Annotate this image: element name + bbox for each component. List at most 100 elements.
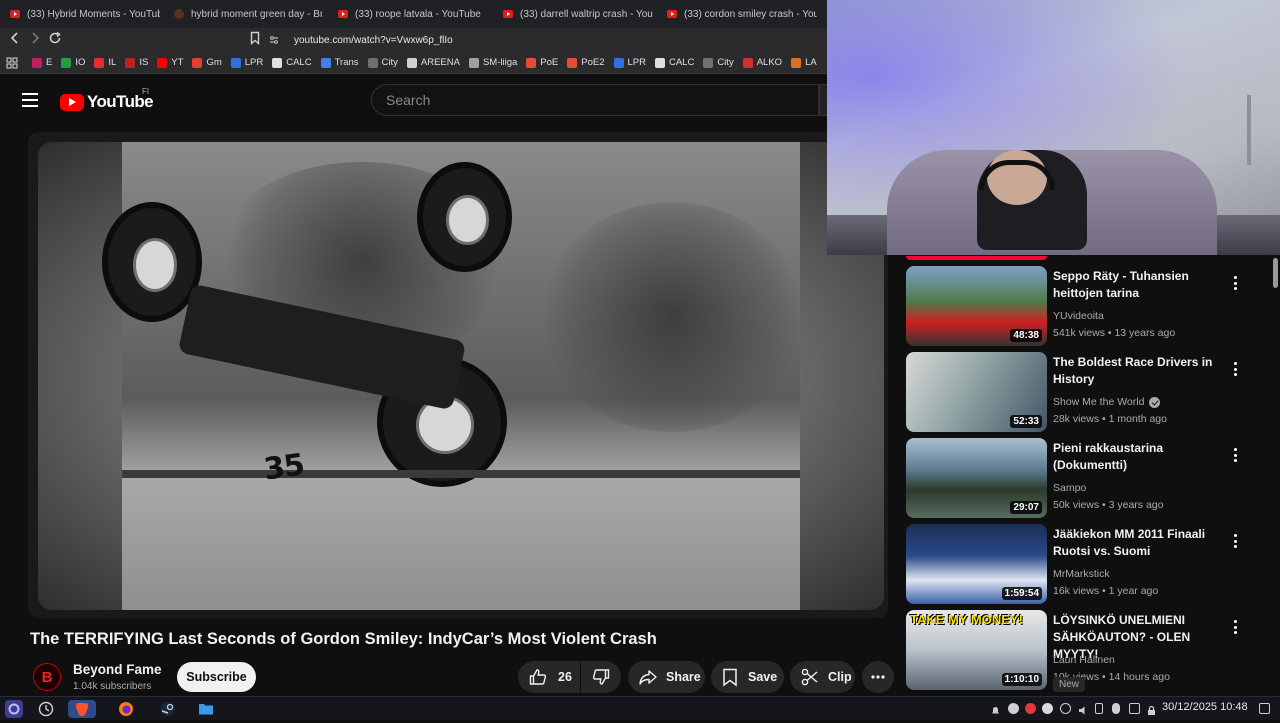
- steam-tray-icon[interactable]: [1008, 703, 1019, 714]
- subscribe-button[interactable]: Subscribe: [177, 662, 256, 692]
- microphone-icon[interactable]: [1112, 703, 1120, 714]
- recommendation-item[interactable]: 1:59:54 Jääkiekon MM 2011 Finaali Ruotsi…: [906, 524, 1266, 604]
- more-horizontal-icon: [871, 675, 885, 679]
- steam-taskbar-button[interactable]: [159, 700, 177, 718]
- save-button[interactable]: Save: [711, 661, 784, 693]
- apps-grid-icon: [6, 57, 18, 68]
- menu-button[interactable]: [22, 93, 38, 107]
- more-options-icon[interactable]: [1230, 276, 1240, 292]
- more-options-icon[interactable]: [1230, 448, 1240, 464]
- more-options-icon[interactable]: [1230, 534, 1240, 550]
- bookmark-item[interactable]: LPR: [613, 57, 646, 68]
- bookmark-item[interactable]: LA: [791, 57, 817, 68]
- video-thumbnail[interactable]: 52:33: [906, 352, 1047, 432]
- recommendation-channel[interactable]: Lauri Halinen: [1053, 654, 1115, 666]
- video-thumbnail[interactable]: 29:07: [906, 438, 1047, 518]
- bookmark-item[interactable]: IO: [61, 57, 85, 68]
- notification-bell-icon[interactable]: [990, 703, 1001, 714]
- bookmark-item[interactable]: PoE2: [567, 57, 605, 68]
- recommendation-item[interactable]: TAKE MY MONEY! 1:10:10 LÖYSINKÖ UNELMIEN…: [906, 610, 1266, 690]
- site-settings-icon[interactable]: [268, 34, 280, 46]
- bookmark-favicon-icon: [230, 57, 241, 68]
- app-tray-icon[interactable]: [1042, 703, 1053, 714]
- recommendation-item[interactable]: 52:33 The Boldest Race Drivers in Histor…: [906, 352, 1266, 432]
- like-button[interactable]: 26: [518, 661, 580, 693]
- display-icon[interactable]: [1129, 703, 1140, 714]
- recommendation-channel[interactable]: Sampo: [1053, 482, 1086, 494]
- bookmark-item[interactable]: CALC: [272, 57, 312, 68]
- lock-icon[interactable]: [1146, 703, 1157, 715]
- recommendation-title[interactable]: Jääkiekon MM 2011 Finaali Ruotsi vs. Suo…: [1053, 526, 1233, 560]
- system-clock[interactable]: 30/12/2025 10:48: [1162, 701, 1248, 713]
- channel-name[interactable]: Beyond Fame: [73, 662, 162, 677]
- bookmark-item[interactable]: IL: [94, 57, 116, 68]
- bookmark-favicon-icon: [742, 57, 753, 68]
- record-tray-icon[interactable]: [1025, 703, 1036, 714]
- video-thumbnail[interactable]: 1:59:54: [906, 524, 1047, 604]
- media-play-icon[interactable]: [1060, 703, 1071, 714]
- youtube-play-icon: [60, 93, 84, 111]
- brave-taskbar-button[interactable]: [68, 700, 96, 718]
- apps-button[interactable]: [6, 57, 18, 69]
- clipboard-icon[interactable]: [1095, 703, 1103, 714]
- recommendation-title[interactable]: The Boldest Race Drivers in History: [1053, 354, 1233, 388]
- dislike-button[interactable]: [581, 661, 621, 693]
- bookmark-item[interactable]: City: [703, 57, 734, 68]
- bookmark-item[interactable]: City: [367, 57, 398, 68]
- start-menu-button[interactable]: [5, 700, 23, 718]
- recommendation-title[interactable]: Pieni rakkaustarina (Dokumentti): [1053, 440, 1233, 474]
- bookmark-item[interactable]: SM-liiga: [468, 57, 517, 68]
- recommendation-item[interactable]: 48:38 Seppo Räty - Tuhansien heittojen t…: [906, 266, 1266, 346]
- url-bar[interactable]: youtube.com/watch?v=Vwxw6p_flIo: [268, 30, 828, 50]
- bookmark-item[interactable]: CALC: [654, 57, 694, 68]
- browser-tab[interactable]: (33) cordon smiley crash - YouTu: [667, 4, 817, 24]
- browser-tab[interactable]: (33) Hybrid Moments - YouTube: [10, 4, 160, 24]
- video-player[interactable]: 35: [28, 132, 888, 618]
- like-count: 26: [558, 670, 572, 684]
- show-desktop-icon[interactable]: [1259, 703, 1270, 714]
- bookmark-label: Trans: [334, 57, 359, 68]
- recommendation-item[interactable]: 29:07 Pieni rakkaustarina (Dokumentti) S…: [906, 438, 1266, 518]
- forward-button[interactable]: [25, 30, 45, 50]
- reload-button[interactable]: [45, 30, 65, 50]
- bookmark-item[interactable]: Gm: [192, 57, 222, 68]
- youtube-icon: [667, 10, 677, 18]
- new-badge: New: [1053, 677, 1086, 692]
- bookmark-item[interactable]: PoE: [526, 57, 558, 68]
- recommendation-channel[interactable]: YUvideoita: [1053, 310, 1104, 322]
- webcam-overlay: [827, 0, 1280, 255]
- clip-button[interactable]: Clip: [790, 661, 855, 693]
- youtube-logo[interactable]: YouTube: [60, 92, 154, 112]
- recommendation-channel[interactable]: MrMarkstick: [1053, 568, 1110, 580]
- bookmark-item[interactable]: IS: [125, 57, 148, 68]
- video-thumbnail[interactable]: TAKE MY MONEY! 1:10:10: [906, 610, 1047, 690]
- bookmark-item[interactable]: ALKO: [742, 57, 782, 68]
- bookmark-item[interactable]: YT: [157, 57, 183, 68]
- bookmark-item[interactable]: LPR: [230, 57, 263, 68]
- bookmark-item[interactable]: AREENA: [406, 57, 460, 68]
- scrollbar[interactable]: [1273, 258, 1278, 288]
- more-actions-button[interactable]: [862, 661, 894, 693]
- back-button[interactable]: [5, 30, 25, 50]
- bookmark-item[interactable]: E: [32, 57, 52, 68]
- firefox-taskbar-button[interactable]: [117, 700, 135, 718]
- youtube-icon: [10, 10, 20, 18]
- bookmark-label: CALC: [286, 57, 312, 68]
- video-thumbnail[interactable]: 48:38: [906, 266, 1047, 346]
- files-taskbar-button[interactable]: [197, 700, 215, 718]
- search-input[interactable]: Search: [371, 84, 819, 116]
- browser-tab[interactable]: (33) roope latvala - YouTube: [338, 4, 490, 24]
- clock-app-button[interactable]: [37, 700, 55, 718]
- bookmark-favicon-icon: [272, 57, 283, 68]
- browser-tab[interactable]: hybrid moment green day - Bra: [174, 4, 322, 24]
- bookmark-item[interactable]: Trans: [320, 57, 359, 68]
- more-options-icon[interactable]: [1230, 362, 1240, 378]
- browser-tab[interactable]: (33) darrell waltrip crash - YouTu: [503, 4, 653, 24]
- recommendation-channel[interactable]: Show Me the World: [1053, 396, 1161, 408]
- more-options-icon[interactable]: [1230, 620, 1240, 636]
- volume-icon[interactable]: [1078, 703, 1089, 715]
- share-button[interactable]: Share: [628, 661, 705, 693]
- recommendation-title[interactable]: Seppo Räty - Tuhansien heittojen tarina: [1053, 268, 1233, 302]
- channel-avatar[interactable]: B: [33, 663, 61, 691]
- bookmark-page-button[interactable]: [245, 30, 265, 50]
